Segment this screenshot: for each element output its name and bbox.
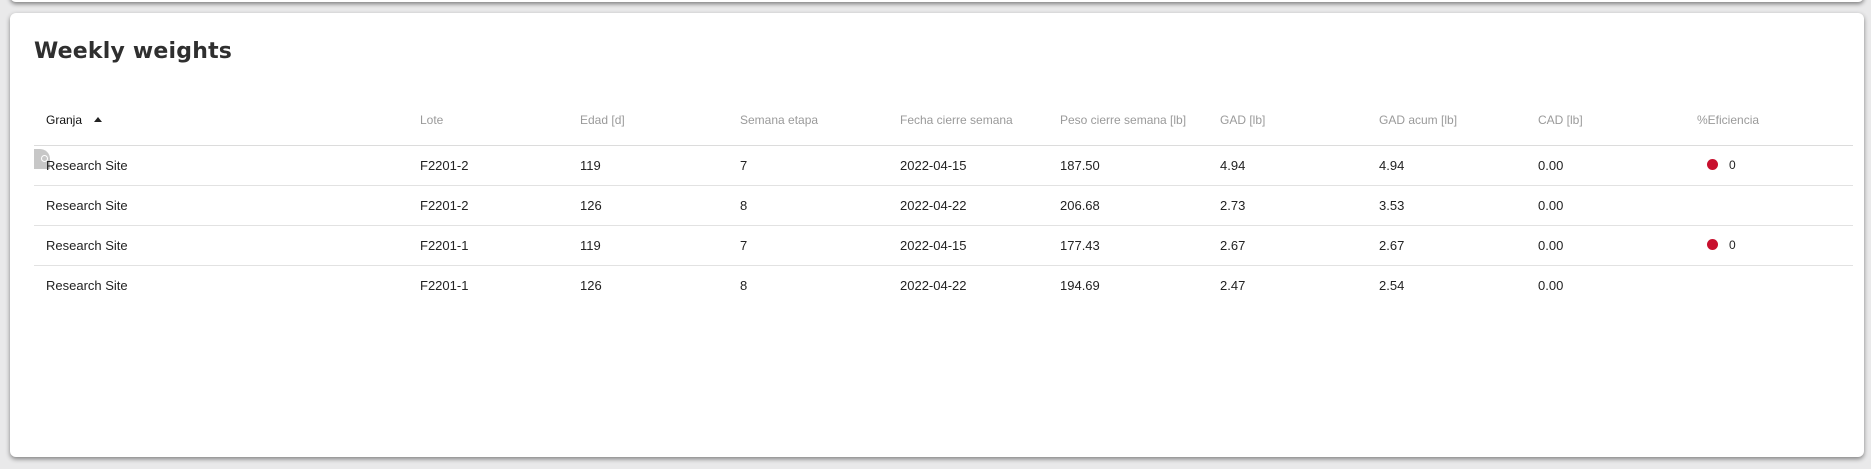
column-header-granja[interactable]: Granja [34, 95, 408, 146]
card-title: Weekly weights [34, 39, 233, 64]
cell-fecha: 2022-04-15 [888, 145, 1048, 186]
cell-eficiencia [1685, 185, 1853, 226]
cell-lote: F2201-1 [420, 278, 469, 293]
column-header-gad[interactable]: GAD [lb] [1208, 95, 1367, 146]
status-dot-icon [1707, 159, 1718, 171]
cell-semana: 7 [728, 145, 888, 186]
efficiency-indicator: 0 [1697, 238, 1736, 252]
cell-granja: Research Site [46, 278, 128, 293]
cell-edad: 126 [568, 185, 728, 226]
weekly-weights-card: Weekly weights Granja Lote Edad [d] Sema… [10, 13, 1864, 457]
cell-lote: F2201-1 [408, 225, 568, 266]
cell-gad-acum: 2.54 [1379, 278, 1405, 293]
cell-semana: 7 [728, 225, 888, 266]
cell-fecha: 2022-04-22 [888, 185, 1048, 226]
column-header-fecha-cierre-semana[interactable]: Fecha cierre semana [888, 95, 1048, 146]
cell-eficiencia: 0 [1685, 145, 1853, 186]
cell-granja: Research Site [34, 145, 408, 186]
sort-ascending-icon[interactable] [94, 117, 103, 122]
table-header-row: Granja Lote Edad [d] Semana etapa Fecha … [34, 95, 1853, 146]
column-header-cad[interactable]: CAD [lb] [1526, 95, 1685, 146]
table-row[interactable]: Research Site F2201-2 119 7 2022-04-15 1… [34, 145, 1853, 186]
cell-cad: 0.00 [1538, 278, 1564, 293]
cell-eficiencia [1685, 266, 1853, 306]
cell-fecha: 2022-04-22 [900, 278, 967, 293]
cell-peso: 194.69 [1060, 278, 1100, 293]
table-row[interactable]: Research Site F2201-2 126 8 2022-04-22 2… [34, 185, 1853, 226]
column-header-eficiencia[interactable]: %Eficiencia [1685, 95, 1853, 146]
cell-peso: 187.50 [1048, 145, 1208, 186]
efficiency-value: 0 [1729, 237, 1736, 252]
cell-peso: 177.43 [1048, 225, 1208, 266]
column-header-peso-cierre-semana[interactable]: Peso cierre semana [lb] [1048, 95, 1208, 146]
cell-gad: 4.94 [1208, 145, 1367, 186]
cell-edad: 119 [568, 225, 728, 266]
table-row[interactable]: Research Site F2201-1 119 7 2022-04-15 1… [34, 225, 1853, 266]
cell-gad-acum: 4.94 [1367, 145, 1526, 186]
cell-edad: 126 [580, 278, 602, 293]
cell-granja: Research Site [34, 225, 408, 266]
efficiency-value: 0 [1729, 157, 1736, 172]
cell-cad: 0.00 [1526, 225, 1685, 266]
column-header-semana-etapa[interactable]: Semana etapa [728, 95, 888, 146]
cell-cad: 0.00 [1526, 145, 1685, 186]
column-header-lote[interactable]: Lote [408, 95, 568, 146]
cell-granja-text: Research Site [46, 158, 128, 173]
efficiency-indicator: 0 [1697, 158, 1736, 172]
cell-gad-acum: 2.67 [1367, 225, 1526, 266]
cell-peso: 206.68 [1048, 185, 1208, 226]
weekly-weights-table: Granja Lote Edad [d] Semana etapa Fecha … [34, 95, 1853, 305]
cell-gad-acum: 3.53 [1367, 185, 1526, 226]
cell-gad: 2.73 [1208, 185, 1367, 226]
previous-card [10, 0, 1864, 2]
column-header-edad[interactable]: Edad [d] [568, 95, 728, 146]
cell-edad: 119 [568, 145, 728, 186]
cell-gad: 2.67 [1208, 225, 1367, 266]
cell-semana: 8 [728, 185, 888, 226]
cell-cad: 0.00 [1526, 185, 1685, 226]
status-dot-icon [1707, 239, 1718, 251]
table-row[interactable]: Research Site F2201-1 126 8 2022-04-22 1… [34, 266, 1853, 306]
cell-lote: F2201-2 [408, 185, 568, 226]
cell-semana: 8 [740, 278, 748, 293]
column-header-label: Granja [46, 113, 83, 127]
cell-granja: Research Site [34, 185, 408, 226]
cell-lote: F2201-2 [408, 145, 568, 186]
cell-gad: 2.47 [1220, 278, 1246, 293]
cell-eficiencia: 0 [1685, 225, 1853, 266]
cell-fecha: 2022-04-15 [888, 225, 1048, 266]
column-header-gad-acum[interactable]: GAD acum [lb] [1367, 95, 1526, 146]
